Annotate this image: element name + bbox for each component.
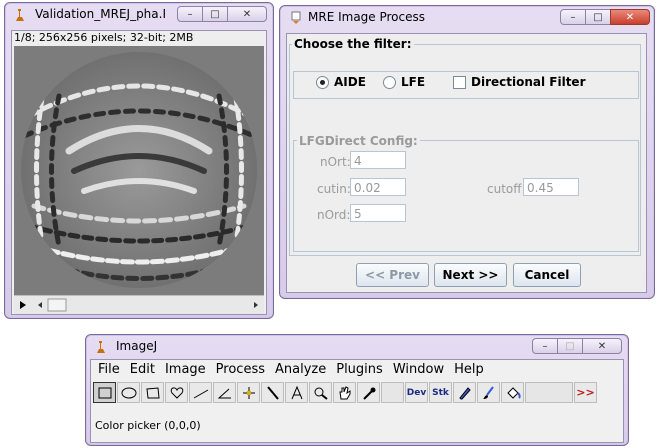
wand-tool-icon[interactable] [261, 382, 284, 403]
directional-label: Directional Filter [471, 75, 586, 89]
scroll-left-icon[interactable] [38, 302, 42, 308]
image-window-content: 1/8; 256x256 pixels; 32-bit; 2MB [11, 30, 267, 315]
oval-tool-icon[interactable] [117, 382, 140, 403]
imagej-titlebar[interactable]: ImageJ – □ ✕ [86, 335, 628, 361]
menu-window[interactable]: Window [388, 362, 449, 377]
java-app-icon [291, 11, 301, 24]
toolbar-spacer [525, 382, 573, 403]
image-window: Validation_MREJ_pha.R... – □ ✕ 1/8; 256x… [4, 2, 274, 319]
nort-input[interactable]: 4 [350, 151, 406, 169]
image-window-title: Validation_MREJ_pha.R... [35, 7, 165, 21]
imagej-content: File Edit Image Process Analyze Plugins … [90, 359, 624, 443]
cancel-button[interactable]: Cancel [513, 263, 581, 287]
nord-input[interactable]: 5 [350, 204, 406, 222]
magnifier-tool-icon[interactable] [309, 382, 332, 403]
stk-tool-label: Stk [432, 387, 449, 398]
aide-radio-indicator[interactable] [316, 75, 329, 89]
stack-slider [20, 298, 258, 312]
mre-titlebar[interactable]: MRE Image Process – □ ✕ [280, 6, 654, 32]
image-window-titlebar[interactable]: Validation_MREJ_pha.R... – □ ✕ [5, 3, 273, 29]
directional-filter-checkbox[interactable]: Directional Filter [453, 75, 586, 89]
toolbar: Dev Stk >> [93, 382, 598, 403]
toolbar-spacer [381, 382, 404, 403]
wave-image [14, 46, 264, 295]
minimize-button[interactable]: – [532, 338, 558, 354]
scroll-right-icon[interactable] [254, 302, 258, 308]
cutin-label: cutin: [317, 182, 351, 196]
point-tool-icon[interactable] [237, 382, 260, 403]
minimize-button[interactable]: – [177, 6, 203, 22]
status-bar: Color picker (0,0,0) [95, 419, 201, 432]
dev-tool-icon[interactable]: Dev [405, 382, 428, 403]
line-tool-icon[interactable] [189, 382, 212, 403]
polygon-tool-icon[interactable] [141, 382, 164, 403]
play-icon[interactable] [20, 301, 26, 309]
minimize-button[interactable]: – [560, 9, 586, 25]
cutoff-label: cutoff: [487, 182, 526, 196]
hand-tool-icon[interactable] [333, 382, 356, 403]
menu-analyze[interactable]: Analyze [270, 362, 331, 377]
menu-help[interactable]: Help [449, 362, 489, 377]
lfe-radio-indicator[interactable] [383, 75, 396, 89]
scroll-thumb[interactable] [47, 298, 67, 312]
menu-bar: File Edit Image Process Analyze Plugins … [93, 362, 489, 377]
imagej-microscope-icon [16, 9, 24, 21]
config-group-label: LFGDirect Config: [297, 134, 420, 148]
directional-checkbox-box[interactable] [453, 75, 466, 89]
brush-tool-icon[interactable] [477, 382, 500, 403]
image-info: 1/8; 256x256 pixels; 32-bit; 2MB [14, 31, 194, 44]
stk-tool-icon[interactable]: Stk [429, 382, 452, 403]
maximize-button[interactable]: □ [202, 6, 228, 22]
aide-radio[interactable]: AIDE [316, 75, 366, 89]
next-button[interactable]: Next >> [434, 263, 507, 287]
imagej-microscope-icon [97, 341, 105, 353]
color-picker-tool-icon[interactable] [357, 382, 380, 403]
cutoff-input[interactable]: 0.45 [523, 178, 579, 196]
rectangle-tool-icon[interactable] [93, 382, 116, 403]
menu-image[interactable]: Image [160, 362, 211, 377]
prev-button[interactable]: << Prev [356, 263, 429, 287]
imagej-window: ImageJ – □ ✕ File Edit Image Process Ana… [85, 334, 629, 446]
cutin-input[interactable]: 0.02 [350, 178, 406, 196]
pencil-tool-icon[interactable] [453, 382, 476, 403]
nord-label: nOrd: [317, 208, 351, 222]
flood-fill-tool-icon[interactable] [501, 382, 524, 403]
angle-tool-icon[interactable] [213, 382, 236, 403]
image-canvas[interactable] [14, 46, 264, 295]
dev-tool-label: Dev [406, 387, 427, 398]
nort-label: nOrt: [320, 155, 351, 169]
more-tools-label: >> [576, 386, 595, 399]
freehand-tool-icon[interactable] [165, 382, 188, 403]
aide-label: AIDE [334, 75, 366, 89]
maximize-button[interactable]: □ [557, 338, 583, 354]
more-tools-icon[interactable]: >> [574, 382, 597, 403]
imagej-title: ImageJ [116, 339, 158, 353]
stack-scrollbar[interactable] [14, 295, 264, 314]
mre-content: Choose the filter: AIDE LFE Directional … [286, 33, 647, 293]
lfe-radio[interactable]: LFE [383, 75, 425, 89]
filter-group-label: Choose the filter: [292, 37, 414, 51]
menu-process[interactable]: Process [211, 362, 270, 377]
mre-dialog: MRE Image Process – □ ✕ Choose the filte… [279, 5, 655, 299]
menu-edit[interactable]: Edit [125, 362, 160, 377]
close-button[interactable]: ✕ [610, 9, 650, 25]
text-tool-icon[interactable] [285, 382, 308, 403]
maximize-button[interactable]: □ [585, 9, 611, 25]
close-button[interactable]: ✕ [582, 338, 622, 354]
mre-title: MRE Image Process [308, 10, 426, 24]
lfe-label: LFE [401, 75, 426, 89]
menu-plugins[interactable]: Plugins [331, 362, 388, 377]
menu-file[interactable]: File [93, 362, 125, 377]
close-button[interactable]: ✕ [227, 6, 267, 22]
